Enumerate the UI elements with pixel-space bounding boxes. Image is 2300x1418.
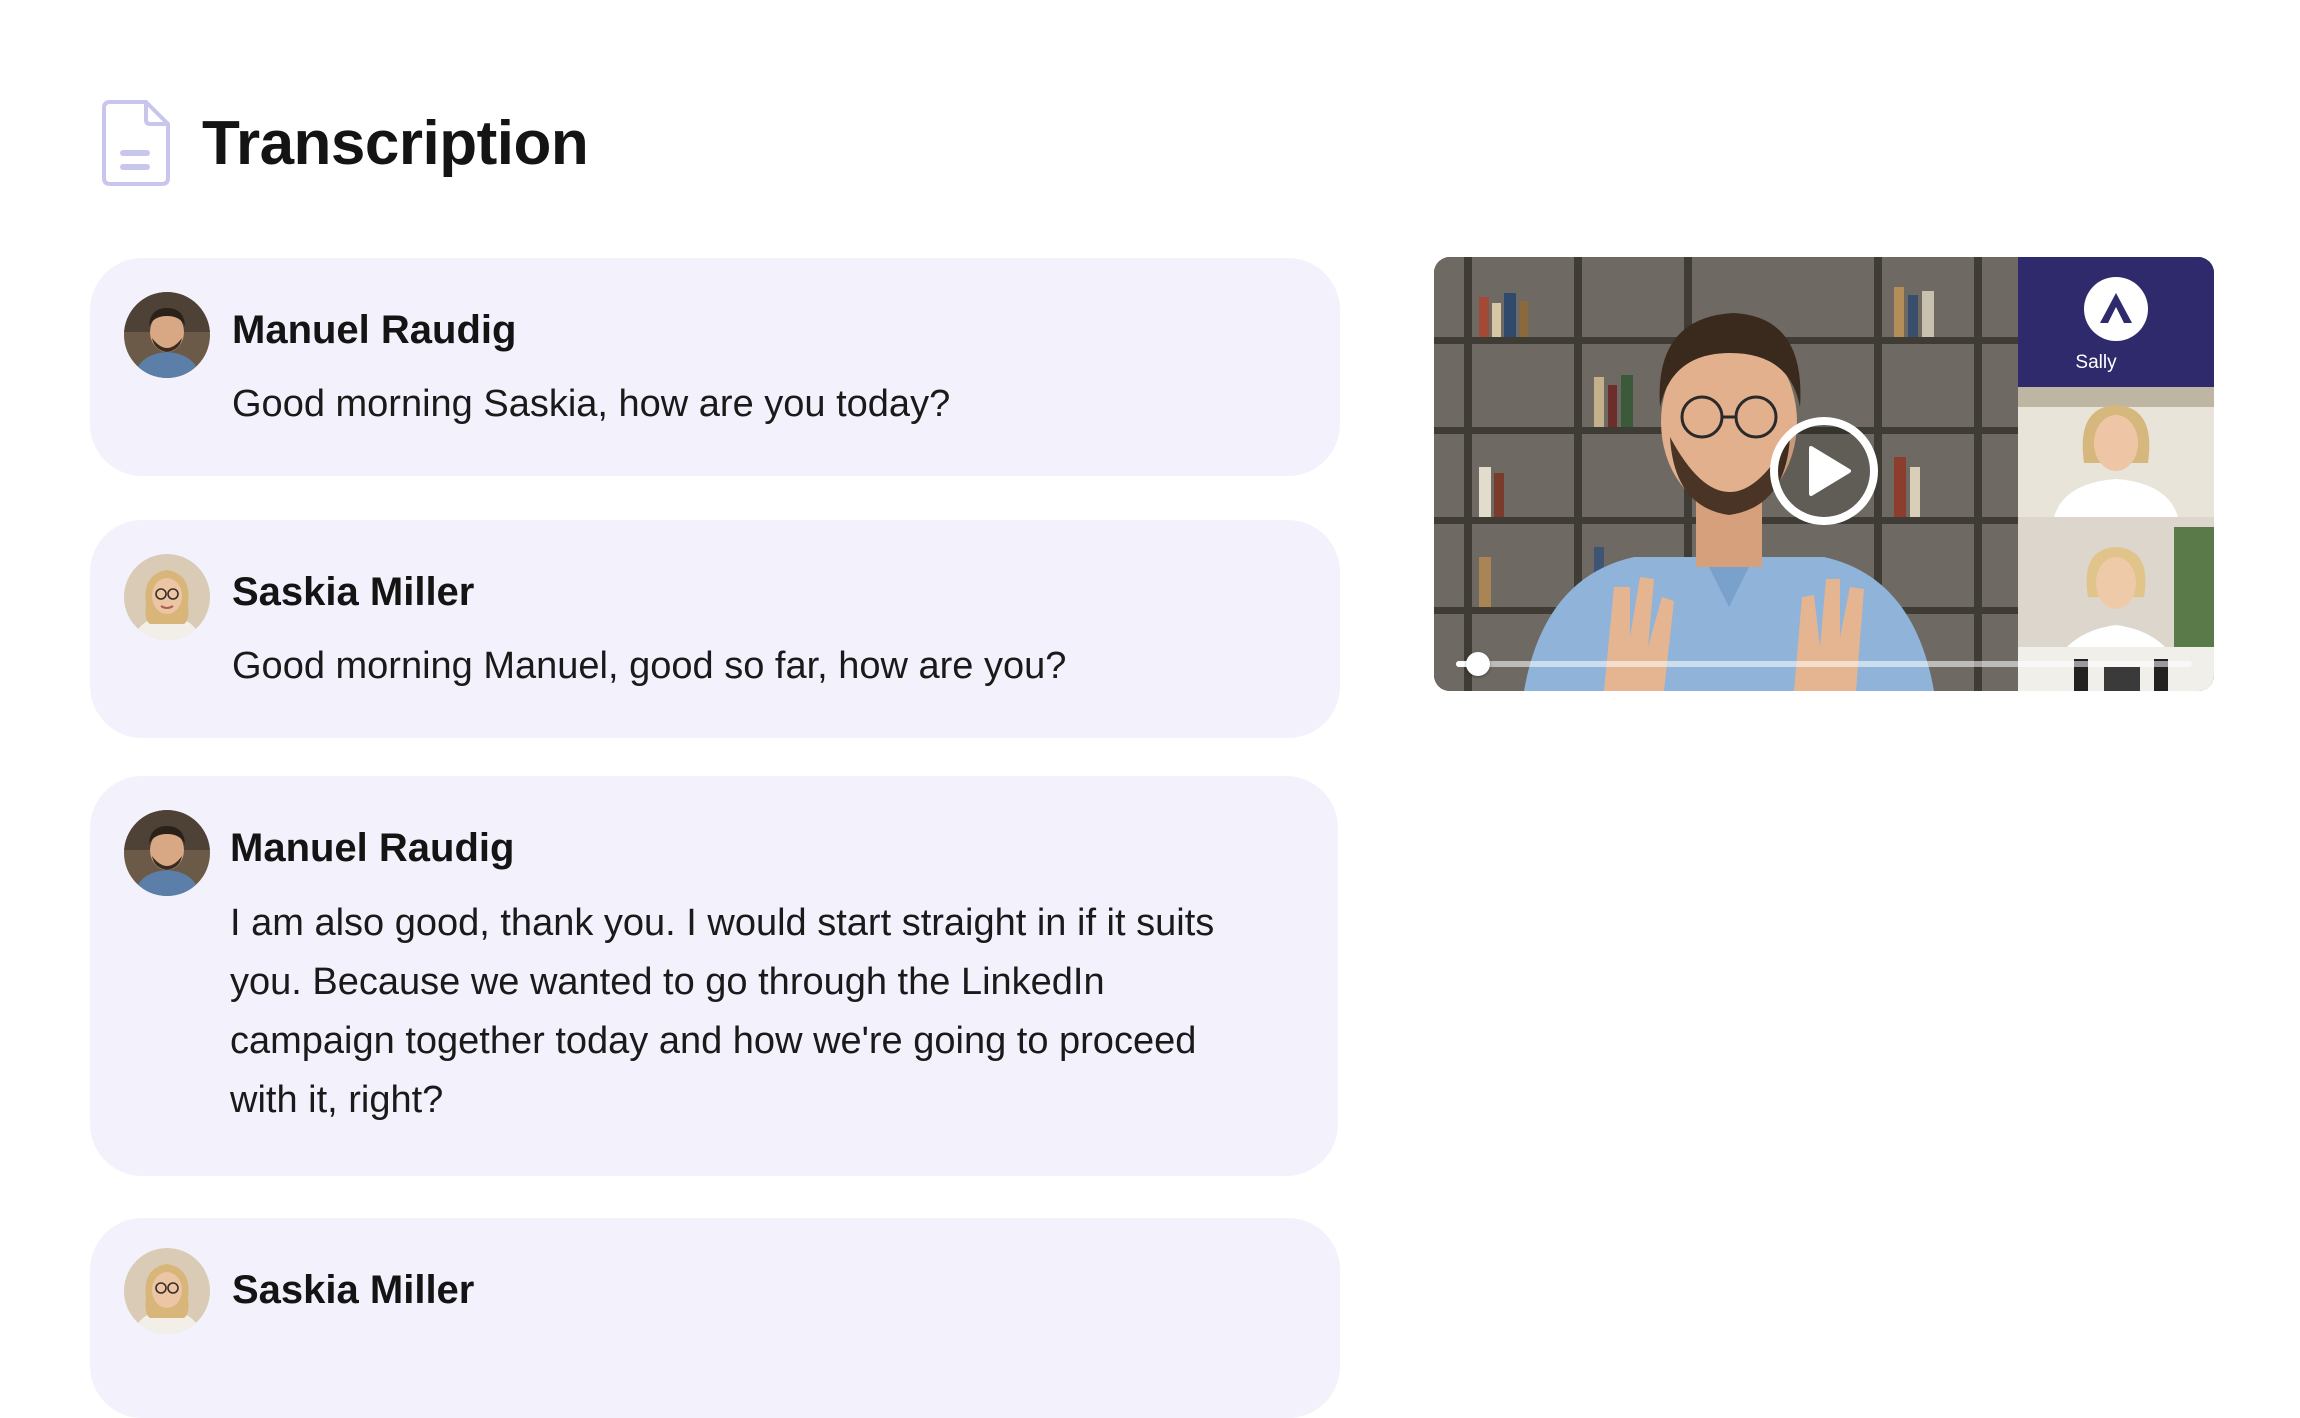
video-player[interactable]: Sally xyxy=(1434,257,2214,691)
document-icon xyxy=(102,100,170,186)
transcript-message: Manuel Raudig I am also good, thank you.… xyxy=(90,776,1338,1176)
message-text: I am also good, thank you. I would start… xyxy=(230,902,1215,1121)
page-header: Transcription xyxy=(102,100,589,186)
assistant-label: Sally xyxy=(2075,352,2117,373)
speaker-name: Saskia Miller xyxy=(232,570,475,614)
speaker-name: Manuel Raudig xyxy=(230,826,515,870)
message-text: Good morning Saskia, how are you today? xyxy=(232,383,951,425)
avatar xyxy=(124,554,210,640)
play-icon[interactable] xyxy=(1769,416,1879,526)
transcript-message: Manuel Raudig Good morning Saskia, how a… xyxy=(90,258,1340,476)
transcript-message: Saskia Miller Good morning Manuel, good … xyxy=(90,520,1340,738)
video-scrubber-handle[interactable] xyxy=(1466,652,1491,676)
avatar xyxy=(124,292,210,378)
page-title: Transcription xyxy=(202,108,589,178)
message-text: Good morning Manuel, good so far, how ar… xyxy=(232,645,1067,687)
avatar xyxy=(124,810,210,896)
speaker-name: Saskia Miller xyxy=(232,1268,475,1312)
transcript-message: Saskia Miller xyxy=(90,1218,1340,1418)
video-progress-bar[interactable] xyxy=(1456,652,2192,676)
speaker-name: Manuel Raudig xyxy=(232,308,517,352)
avatar xyxy=(124,1248,210,1334)
